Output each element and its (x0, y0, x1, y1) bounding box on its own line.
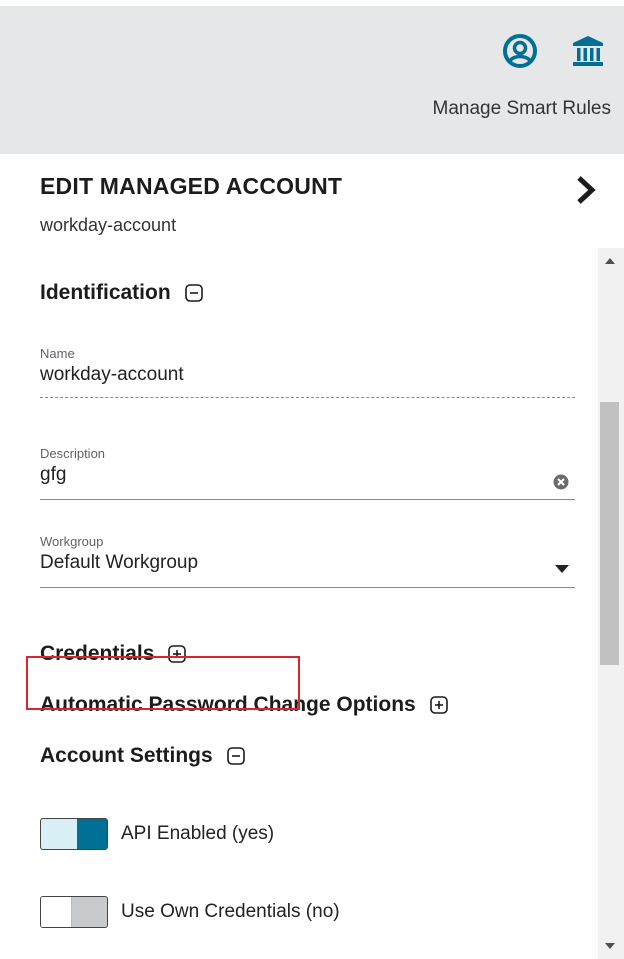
description-label: Description (40, 446, 106, 461)
description-underline (40, 499, 575, 500)
panel-scroll-area: Identification Name workday-account Desc… (14, 250, 599, 959)
institution-icon[interactable] (570, 33, 606, 69)
scrollbar-thumb[interactable] (600, 402, 619, 665)
name-underline (40, 397, 575, 398)
collapse-icon[interactable] (184, 284, 203, 302)
description-field[interactable]: Description gfg (40, 446, 575, 500)
name-value: workday-account (40, 364, 184, 385)
highlight-box (26, 656, 300, 710)
workgroup-value: Default Workgroup (40, 552, 199, 573)
chevron-right-icon[interactable] (574, 174, 598, 206)
scroll-down-arrow-icon[interactable] (605, 943, 615, 949)
caret-down-icon[interactable] (555, 565, 569, 573)
api-enabled-label: API Enabled (yes) (121, 823, 275, 844)
toggle-knob (77, 819, 107, 849)
top-bar: Manage Smart Rules (0, 6, 624, 154)
workgroup-underline (40, 587, 575, 588)
api-enabled-toggle[interactable] (40, 818, 108, 850)
panel-title: EDIT MANAGED ACCOUNT (40, 173, 343, 199)
scroll-up-arrow-icon[interactable] (605, 258, 615, 264)
use-own-credentials-row: Use Own Credentials (no) (40, 896, 340, 928)
collapse-icon[interactable] (226, 747, 245, 765)
manage-smart-rules-link[interactable]: Manage Smart Rules (433, 98, 611, 120)
description-value: gfg (40, 464, 67, 485)
edit-account-panel: EDIT MANAGED ACCOUNT workday-account Ide… (14, 154, 624, 959)
name-label: Name (40, 346, 75, 361)
api-enabled-row: API Enabled (yes) (40, 818, 274, 850)
use-own-credentials-toggle[interactable] (40, 896, 108, 928)
section-account-settings-label: Account Settings (40, 744, 213, 767)
workgroup-select[interactable]: Workgroup Default Workgroup (40, 534, 575, 588)
panel-scrollbar[interactable] (598, 248, 624, 959)
panel-subtitle: workday-account (40, 215, 177, 235)
expand-icon[interactable] (429, 696, 448, 714)
section-account-settings[interactable]: Account Settings (40, 744, 245, 768)
use-own-credentials-label: Use Own Credentials (no) (121, 901, 340, 922)
clear-input-icon[interactable] (553, 474, 569, 490)
section-identification-label: Identification (40, 281, 171, 304)
workgroup-label: Workgroup (40, 534, 104, 549)
name-field[interactable]: Name workday-account (40, 346, 575, 398)
toggle-knob (41, 897, 72, 927)
section-identification[interactable]: Identification (40, 281, 203, 305)
user-circle-icon[interactable] (502, 33, 538, 69)
